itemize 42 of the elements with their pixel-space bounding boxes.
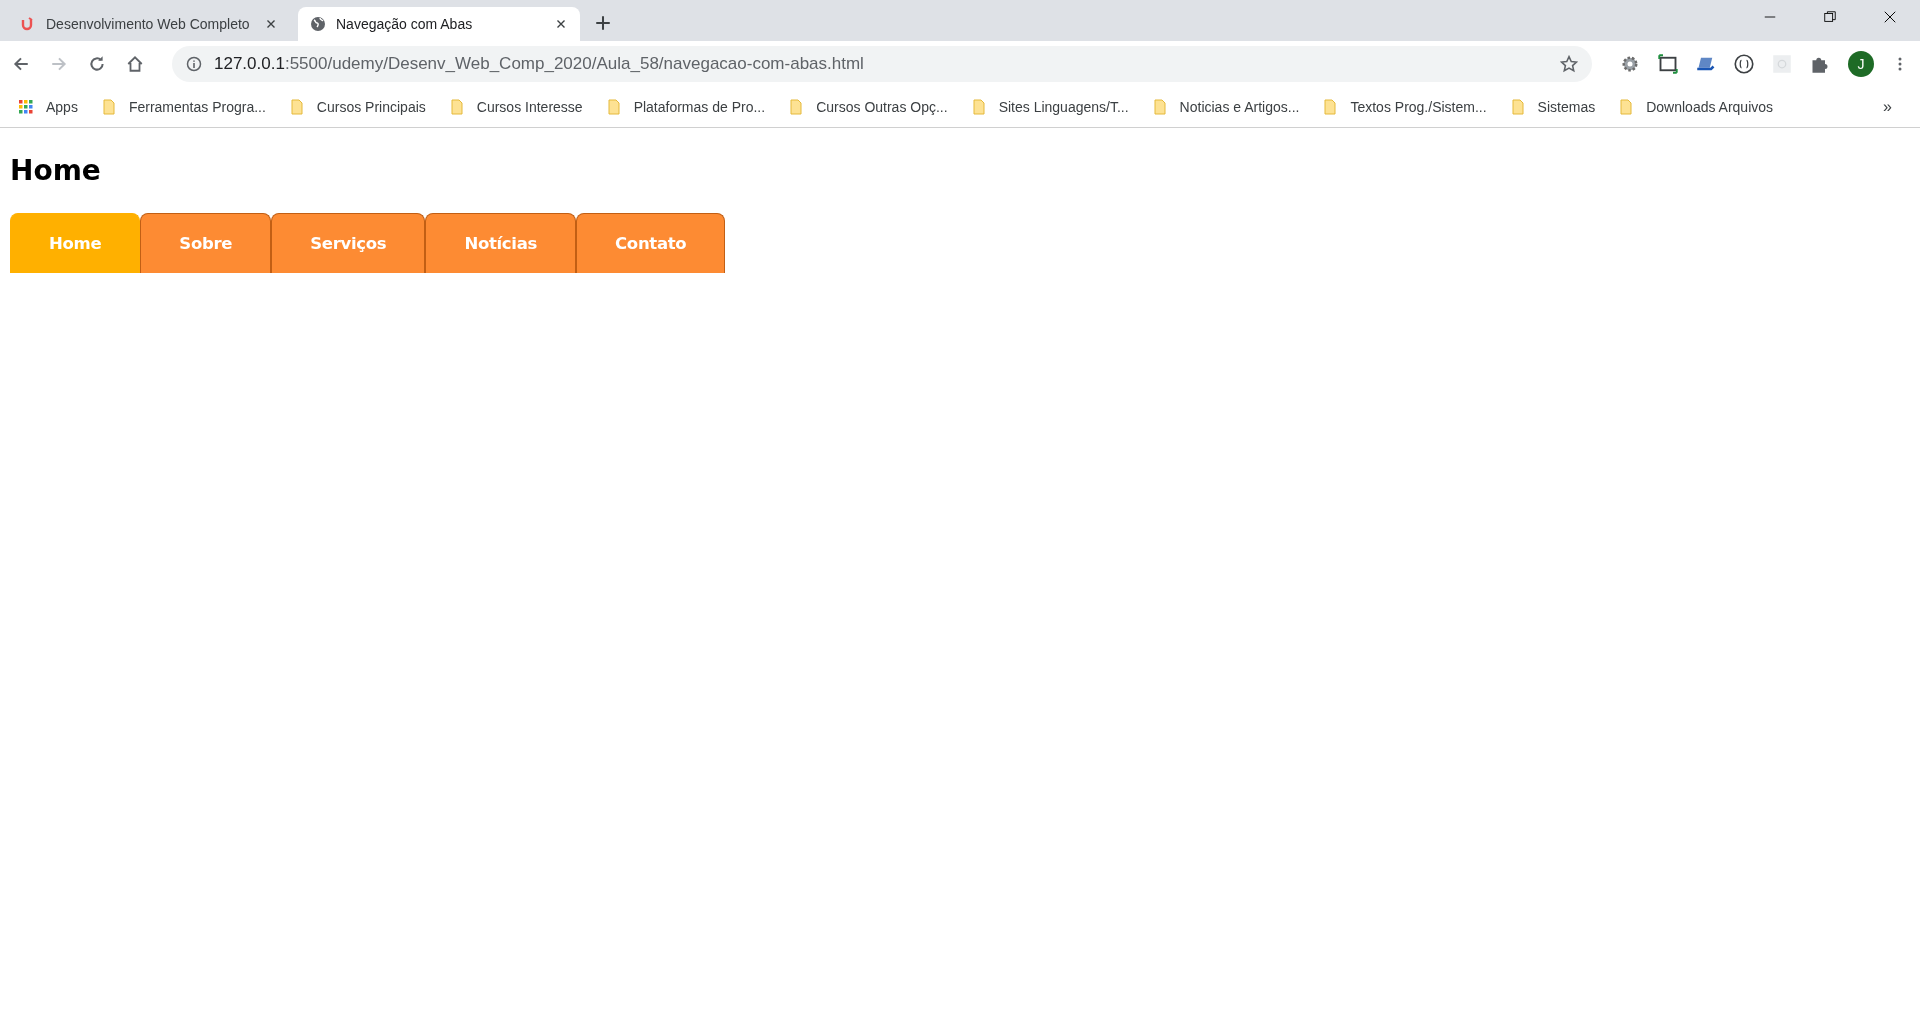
folder-icon [1509, 99, 1526, 115]
star-icon [1560, 55, 1578, 73]
address-bar[interactable]: 127.0.0.1:5500/udemy/Desenv_Web_Comp_2020/Aula_58/navegacao-com-abas.html [172, 46, 1592, 82]
plus-icon [594, 14, 612, 32]
page-heading: Home [10, 154, 102, 187]
profile-avatar[interactable]: J [1848, 51, 1874, 77]
bookmark[interactable]: Cursos Outras Opç... [788, 99, 948, 115]
folder-icon [970, 99, 987, 115]
bookmark[interactable]: Cursos Principais [288, 99, 426, 115]
folder-icon [1618, 99, 1635, 115]
bookmark[interactable]: Apps [18, 99, 78, 115]
grid-icon [18, 99, 34, 115]
forward-arrow-icon [50, 55, 68, 73]
folder-icon [448, 99, 465, 115]
globe-icon [310, 16, 326, 32]
gear-icon [1620, 54, 1640, 74]
faded-square-icon [1772, 54, 1792, 74]
bookmark[interactable]: Ferramentas Progra... [100, 99, 266, 115]
bookmark[interactable]: Cursos Interesse [448, 99, 583, 115]
folder-icon [788, 99, 805, 115]
folder-icon [1322, 99, 1339, 115]
info-icon [186, 56, 202, 72]
back-arrow-icon [12, 55, 30, 73]
more-bookmarks-button[interactable]: » [1883, 98, 1892, 116]
screen-capture-icon [1658, 54, 1678, 74]
bookmark[interactable]: Sistemas [1509, 99, 1596, 115]
bookmark[interactable]: Textos Prog./Sistem... [1322, 99, 1487, 115]
home-icon [126, 55, 144, 73]
folder-icon [1151, 99, 1168, 115]
close-icon [1883, 10, 1897, 24]
reload-icon [88, 55, 106, 73]
browser-tab[interactable]: Desenvolvimento Web Completo [8, 7, 290, 41]
browser-tab[interactable]: Navegação com Abas [298, 7, 580, 41]
bookmark[interactable]: Plataformas de Pro... [605, 99, 766, 115]
restore-icon [1823, 10, 1837, 24]
folder-icon [100, 99, 117, 115]
bookmark[interactable]: Downloads Arquivos [1618, 99, 1774, 115]
folder-icon [288, 99, 305, 115]
folder-icon [605, 99, 622, 115]
bookmark[interactable]: Sites Linguagens/T... [970, 99, 1129, 115]
bookmark[interactable]: Noticias e Artigos... [1151, 99, 1300, 115]
braces-icon [1734, 54, 1754, 74]
